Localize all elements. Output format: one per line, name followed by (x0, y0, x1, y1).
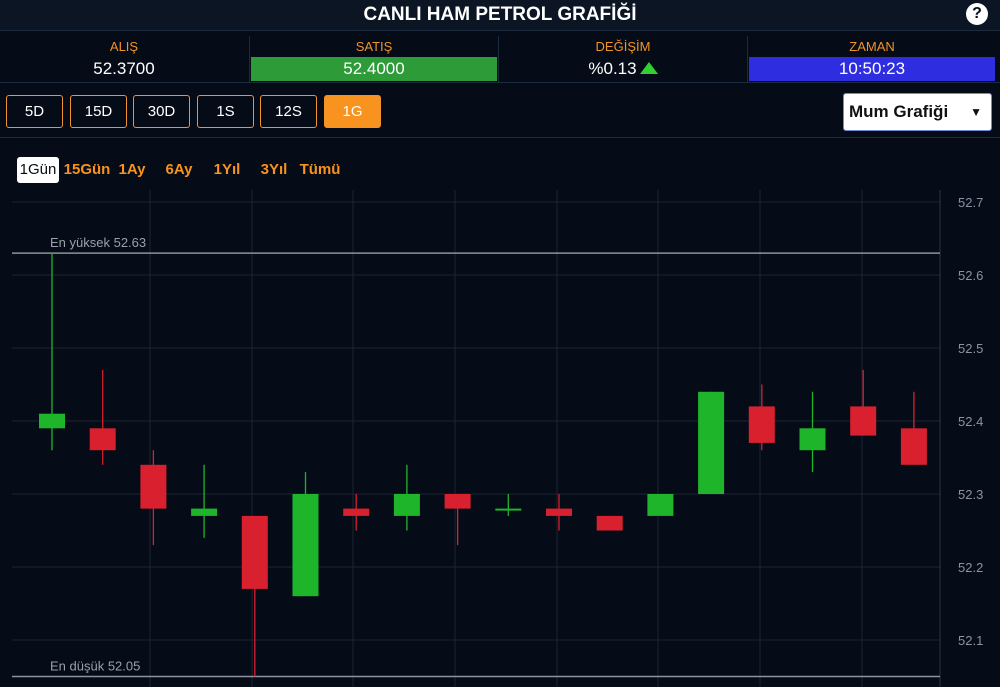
period-button-1g[interactable]: 1G (324, 95, 381, 128)
low-label: En düşük 52.05 (50, 659, 140, 674)
y-tick-label: 52.4 (958, 414, 983, 429)
y-tick-label: 52.3 (958, 487, 983, 502)
candle-body (241, 515, 268, 589)
chart-type-select[interactable]: Mum Grafiği ▼ (843, 93, 992, 131)
sell-label: SATIŞ (355, 39, 393, 54)
period-button-5d[interactable]: 5D (6, 95, 63, 128)
candle-body (698, 391, 725, 494)
period-button-15d[interactable]: 15D (70, 95, 127, 128)
high-label: En yüksek 52.63 (50, 235, 146, 250)
toolbar-divider (0, 137, 1000, 138)
candle-body (546, 508, 572, 516)
candle-body (900, 428, 927, 465)
stat-time: ZAMAN 10:50:23 (747, 36, 996, 82)
time-label: ZAMAN (849, 39, 895, 54)
y-tick-label: 52.1 (958, 633, 983, 648)
buy-value: 52.3700 (93, 59, 155, 78)
stat-sell: SATIŞ 52.4000 (249, 36, 498, 82)
y-tick-label: 52.6 (958, 268, 983, 283)
candle-body (39, 413, 65, 429)
candle-body (89, 428, 116, 451)
range-button-1ay[interactable]: 1Ay (117, 157, 147, 183)
page-title: CANLI HAM PETROL GRAFİĞİ (363, 4, 637, 25)
time-value: 10:50:23 (749, 57, 995, 81)
stat-buy: ALIŞ 52.3700 (0, 36, 248, 82)
candle-body (799, 428, 826, 451)
candle-body (444, 494, 471, 509)
candle-body (647, 494, 674, 516)
range-button-3yil[interactable]: 3Yıl (258, 157, 290, 183)
stats-bar: ALIŞ 52.3700 SATIŞ 52.4000 DEĞİŞİM %0.13… (0, 36, 1000, 83)
candle-body (748, 406, 775, 443)
help-icon[interactable]: ? (966, 3, 988, 25)
period-button-30d[interactable]: 30D (133, 95, 190, 128)
y-tick-label: 52.7 (958, 195, 983, 210)
candle-body (495, 508, 522, 511)
candle-body (596, 515, 623, 531)
title-bar: CANLI HAM PETROL GRAFİĞİ ? (0, 0, 1000, 31)
period-button-1s[interactable]: 1S (197, 95, 254, 128)
candlestick-chart[interactable]: 52.1 52.2 52.3 52.4 52.5 52.6 52.7 En yüksek 52… (0, 190, 1000, 687)
candle-body (393, 494, 420, 516)
change-label: DEĞİŞİM (595, 39, 651, 54)
y-tick-label: 52.2 (958, 560, 983, 575)
range-button-tumu[interactable]: Tümü (299, 157, 341, 183)
period-button-12s[interactable]: 12S (260, 95, 317, 128)
chart-type-value: Mum Grafiği (849, 102, 949, 121)
range-button-1gun[interactable]: 1Gün (17, 157, 59, 183)
change-value: %0.13 (588, 59, 637, 78)
candle-body (191, 508, 218, 516)
range-button-6ay[interactable]: 6Ay (163, 157, 195, 183)
candle-body (343, 508, 370, 516)
range-button-15gun[interactable]: 15Gün (63, 157, 111, 183)
buy-label: ALIŞ (109, 39, 139, 54)
y-tick-label: 52.5 (958, 341, 983, 356)
range-button-1yil[interactable]: 1Yıl (211, 157, 243, 183)
candle-body (140, 464, 167, 509)
change-value-wrap: %0.13 (500, 57, 746, 81)
up-arrow-icon (639, 62, 658, 75)
sell-value: 52.4000 (251, 57, 497, 81)
candle-body (292, 494, 319, 597)
chevron-down-icon: ▼ (970, 105, 982, 119)
stat-change: DEĞİŞİM %0.13 (498, 36, 747, 82)
candle-body (850, 406, 877, 436)
